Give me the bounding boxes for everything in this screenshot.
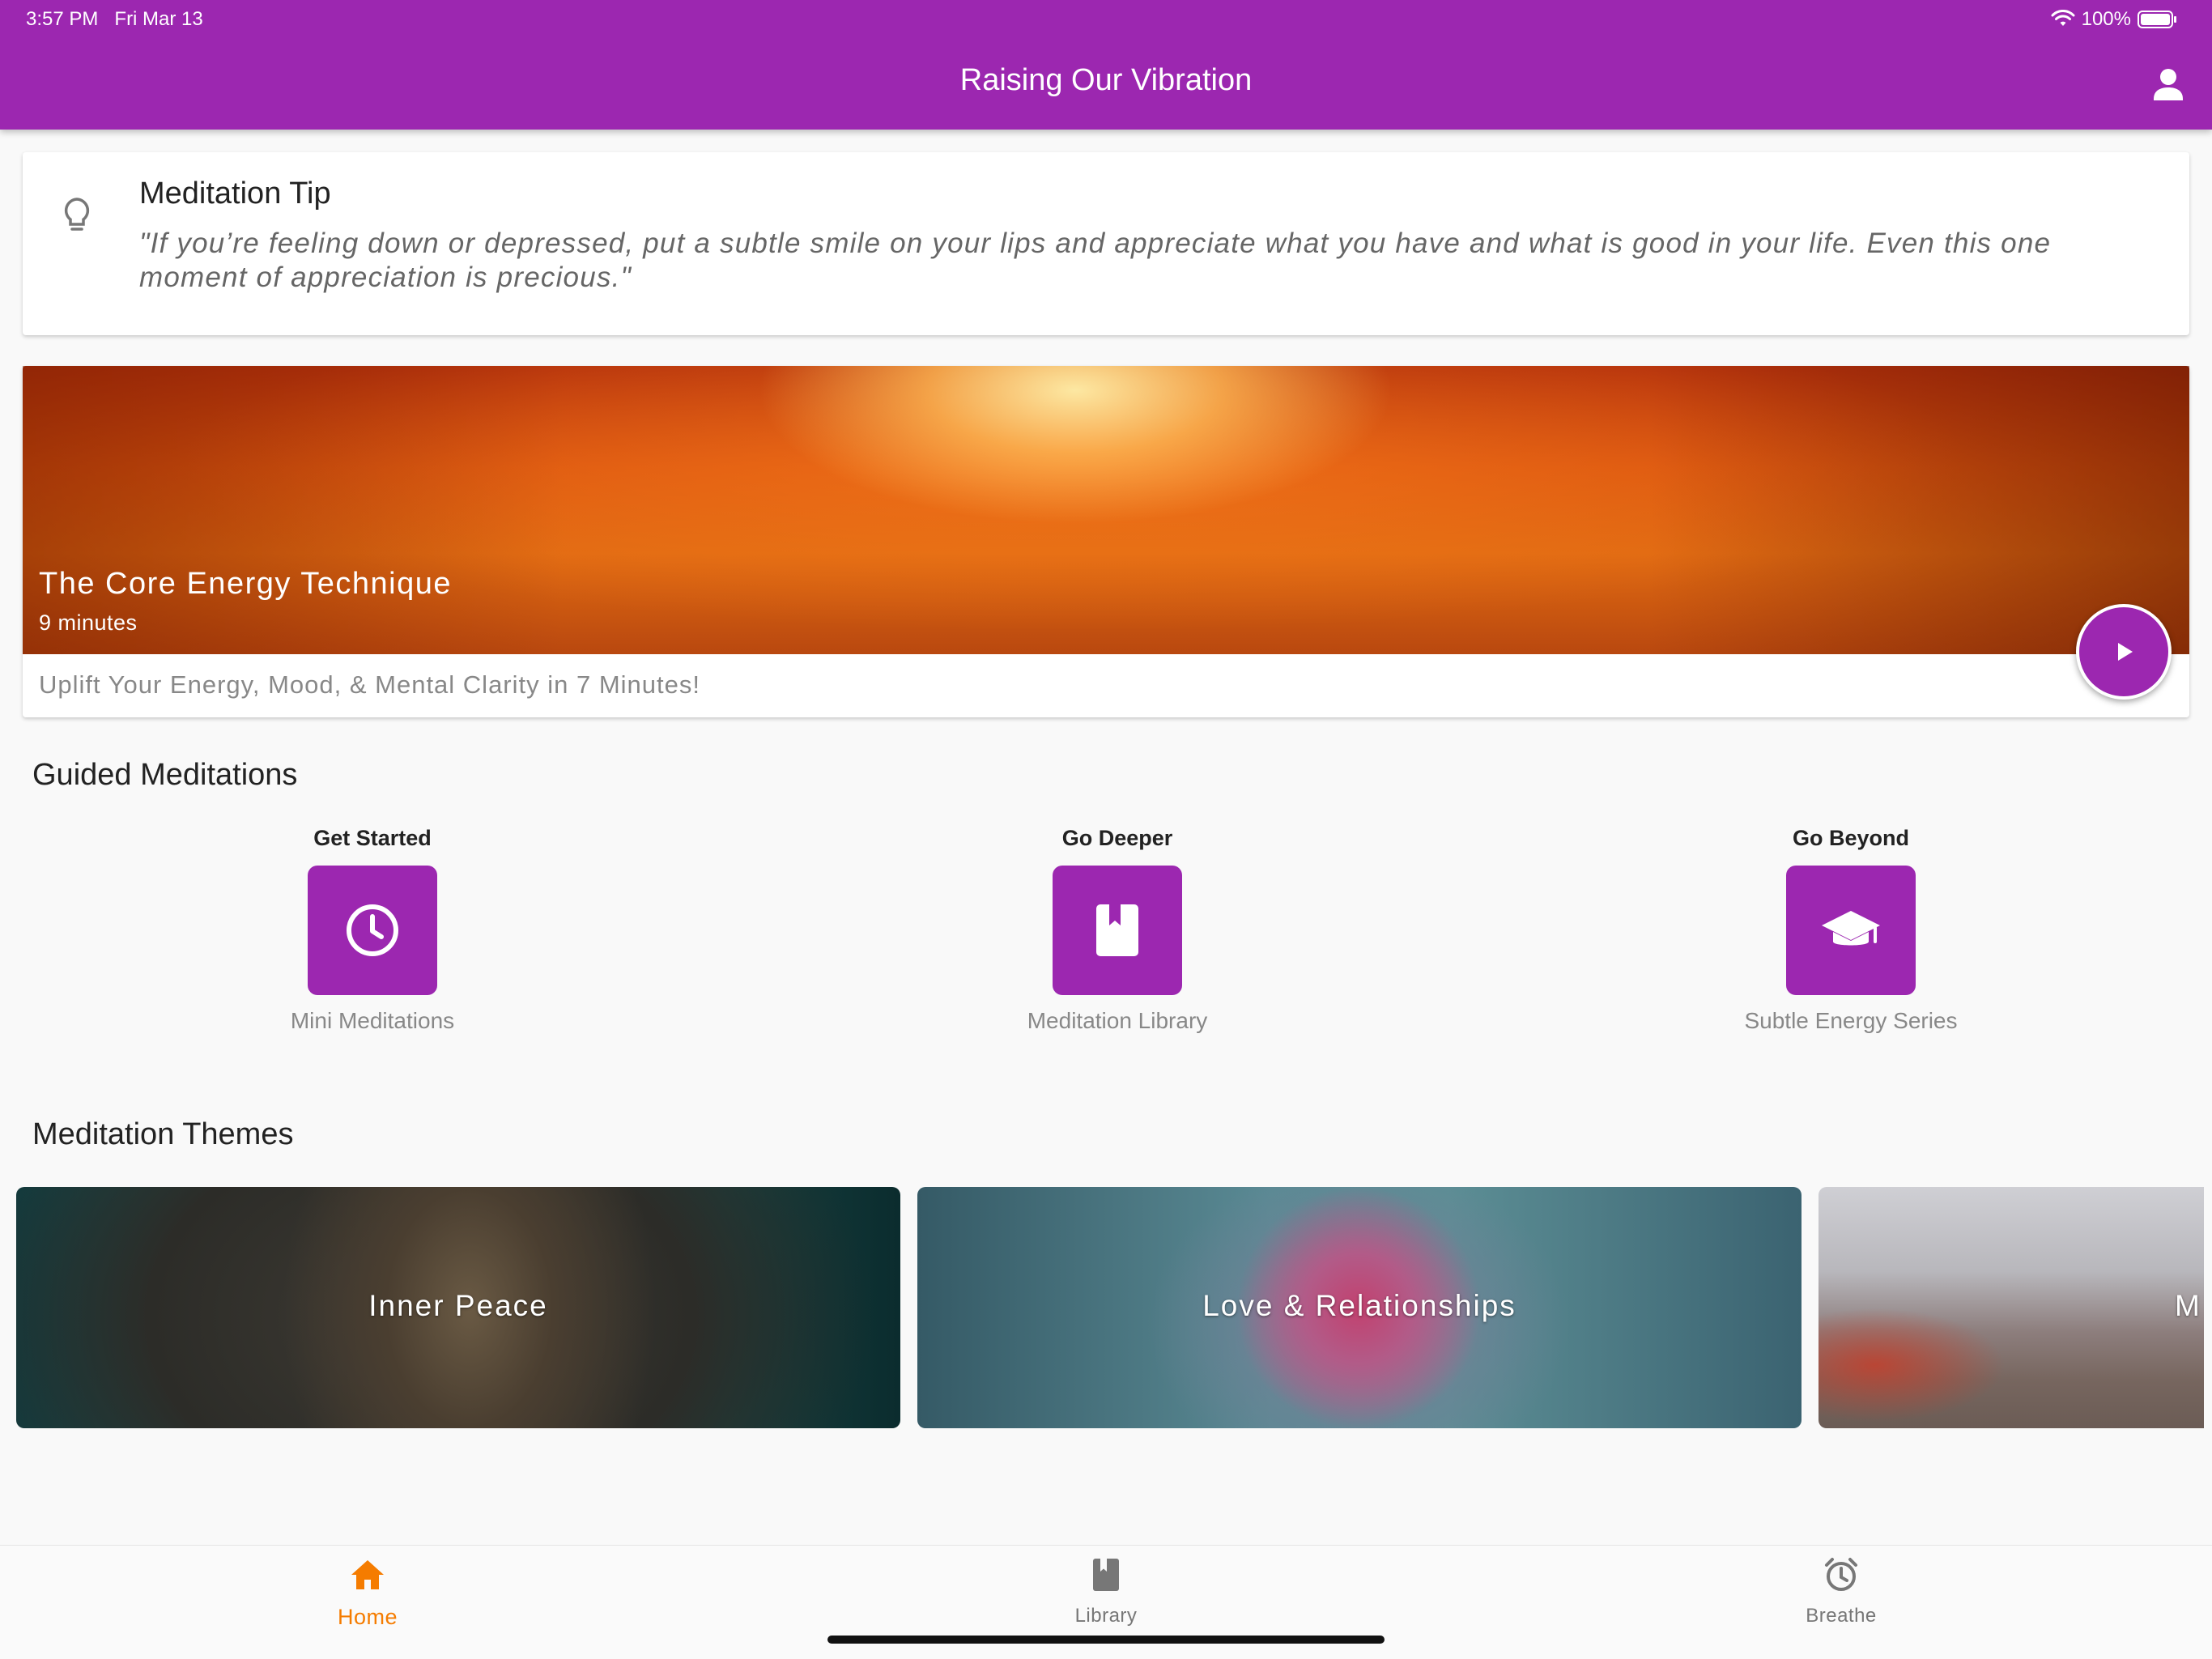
- status-bar-datetime: 3:57 PM Fri Mar 13: [26, 8, 203, 31]
- alarm-clock-icon: [1825, 1558, 1857, 1591]
- battery-percentage: 100%: [2081, 8, 2131, 30]
- nav-item-library[interactable]: Library: [1025, 1555, 1187, 1627]
- battery-icon: [2138, 11, 2176, 28]
- tip-title: Meditation Tip: [139, 177, 331, 211]
- status-time: 3:57 PM: [26, 8, 99, 30]
- book-icon: [1093, 1559, 1119, 1591]
- mini-meditations-tile[interactable]: [308, 866, 437, 995]
- guided-item-label: Get Started: [313, 826, 432, 850]
- home-icon: [351, 1560, 384, 1589]
- banner-vignette: [23, 366, 2189, 654]
- profile-button[interactable]: [2144, 63, 2193, 107]
- nav-label: Breathe: [1806, 1605, 1877, 1627]
- nav-label: Home: [337, 1605, 398, 1629]
- nav-label: Library: [1074, 1605, 1138, 1627]
- app-title: Raising Our Vibration: [959, 63, 1253, 97]
- featured-duration: 9 minutes: [39, 610, 138, 635]
- guided-meditations-heading: Guided Meditations: [32, 758, 298, 792]
- guided-item-go-deeper[interactable]: Go Deeper Meditation Library: [996, 826, 1239, 1034]
- subtle-energy-series-tile[interactable]: [1786, 866, 1916, 995]
- theme-card-love-relationships[interactable]: Love & Relationships: [917, 1187, 1802, 1428]
- guided-item-go-beyond[interactable]: Go Beyond Subtle Energy Series: [1729, 826, 1972, 1034]
- status-bar-indicators: 100%: [2051, 8, 2178, 31]
- guided-item-get-started[interactable]: Get Started Mini Meditations: [251, 826, 494, 1034]
- guided-item-label: Go Deeper: [1061, 826, 1173, 850]
- status-date: Fri Mar 13: [114, 8, 203, 30]
- nav-item-breathe[interactable]: Breathe: [1760, 1555, 1922, 1627]
- home-indicator-bar[interactable]: [827, 1636, 1385, 1644]
- person-icon: [2154, 69, 2183, 100]
- meditation-themes-heading: Meditation Themes: [32, 1117, 294, 1151]
- play-icon: [2118, 643, 2133, 661]
- nav-item-home[interactable]: Home: [287, 1555, 449, 1630]
- book-icon: [1096, 904, 1138, 956]
- theme-card-partial[interactable]: M: [1819, 1187, 2204, 1428]
- theme-label: Love & Relationships: [1202, 1289, 1516, 1322]
- meditation-tip-card: Meditation Tip "If you’re feeling down o…: [23, 152, 2189, 335]
- theme-label: M: [2175, 1289, 2201, 1322]
- featured-description: Uplift Your Energy, Mood, & Mental Clari…: [39, 670, 700, 699]
- featured-title: The Core Energy Technique: [39, 567, 452, 601]
- app-header: 3:57 PM Fri Mar 13 100% Raising Our Vibr…: [0, 0, 2212, 130]
- graduation-cap-icon: [1822, 911, 1880, 946]
- clock-icon: [347, 904, 398, 956]
- featured-meditation-card[interactable]: The Core Energy Technique 9 minutes Upli…: [23, 366, 2189, 717]
- meditation-library-tile[interactable]: [1053, 866, 1182, 995]
- theme-card-inner-peace[interactable]: Inner Peace: [16, 1187, 900, 1428]
- guided-item-caption: Meditation Library: [1027, 1008, 1208, 1033]
- lightbulb-icon: [64, 198, 90, 231]
- guided-item-caption: Subtle Energy Series: [1744, 1008, 1958, 1033]
- theme-label: Inner Peace: [368, 1289, 548, 1322]
- guided-item-label: Go Beyond: [1792, 826, 1909, 850]
- tip-quote: "If you’re feeling down or depressed, pu…: [139, 228, 2052, 293]
- wifi-icon: [2051, 10, 2075, 26]
- play-button[interactable]: [2076, 604, 2172, 700]
- guided-item-caption: Mini Meditations: [290, 1008, 455, 1033]
